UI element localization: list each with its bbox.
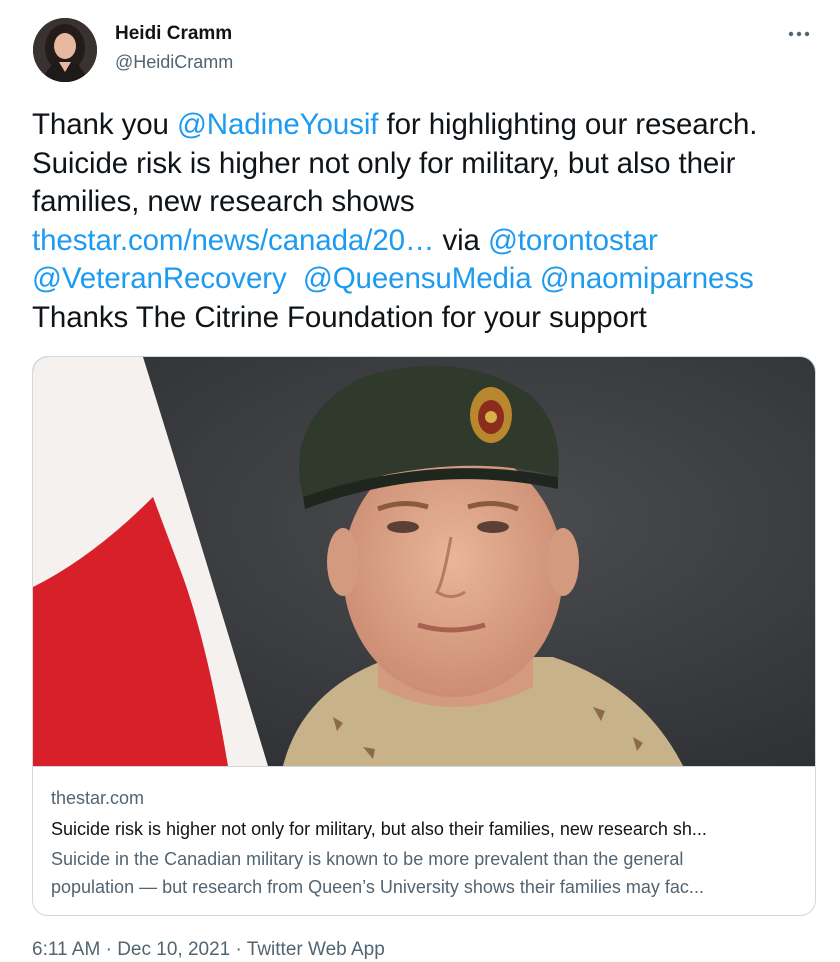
- tweet-text-line: Thank you @NadineYousif for highlighting…: [32, 106, 822, 145]
- mention-link[interactable]: @VeteranRecovery: [32, 262, 287, 295]
- tweet-text-line: thestar.com/news/canada/20… via @toronto…: [32, 222, 822, 261]
- card-description: Suicide in the Canadian military is know…: [51, 845, 803, 901]
- author-handle[interactable]: @HeidiCramm: [115, 51, 233, 73]
- tweet-meta: 6:11 AM · Dec 10, 2021 · Twitter Web App: [32, 938, 385, 962]
- avatar[interactable]: [33, 18, 97, 82]
- tweet-text-segment: Thanks The Citrine Foundation for your s…: [32, 300, 647, 334]
- tweet-text-line: families, new research shows: [32, 183, 822, 222]
- tweet-text: Thank you @NadineYousif for highlighting…: [32, 106, 822, 337]
- mention-link[interactable]: @QueensuMedia: [303, 262, 532, 295]
- link-card[interactable]: thestar.com Suicide risk is higher not o…: [32, 356, 816, 916]
- tweet-text-segment: families, new research shows: [32, 185, 415, 218]
- tweet-source[interactable]: Twitter Web App: [247, 939, 385, 960]
- tweet-text-segment: Suicide risk is higher not only for mili…: [32, 146, 736, 180]
- card-description-line: Suicide in the Canadian military is know…: [51, 849, 684, 869]
- tweet-text-line: Suicide risk is higher not only for mili…: [32, 145, 822, 184]
- tweet-date[interactable]: Dec 10, 2021: [117, 939, 230, 960]
- card-divider: [33, 766, 815, 767]
- url-link[interactable]: thestar.com/news/canada/20…: [32, 224, 434, 257]
- mention-link[interactable]: @torontostar: [488, 224, 658, 257]
- tweet-text-segment: Thank you: [32, 108, 177, 141]
- author-name[interactable]: Heidi Cramm: [115, 22, 232, 46]
- tweet-text-segment: via: [434, 223, 488, 257]
- card-image[interactable]: [33, 357, 815, 766]
- more-horizontal-icon: [788, 31, 810, 37]
- mention-link[interactable]: @naomiparness: [540, 262, 754, 295]
- more-options-button[interactable]: [782, 22, 816, 46]
- card-title[interactable]: Suicide risk is higher not only for mili…: [51, 817, 803, 841]
- tweet-text-line: Thanks The Citrine Foundation for your s…: [32, 299, 822, 338]
- tweet: Heidi Cramm @HeidiCramm Thank you @Nadin…: [0, 0, 840, 962]
- card-description-line: population — but research from Queen’s U…: [51, 877, 704, 897]
- mention-link[interactable]: @NadineYousif: [177, 108, 379, 141]
- tweet-time[interactable]: 6:11 AM: [32, 939, 100, 960]
- card-domain: thestar.com: [51, 788, 145, 808]
- meta-separator: ·: [100, 939, 118, 960]
- tweet-text-segment: [532, 262, 540, 295]
- meta-separator: ·: [230, 939, 247, 960]
- tweet-text-line: @VeteranRecovery @QueensuMedia @naomipar…: [32, 260, 822, 299]
- tweet-text-segment: [287, 262, 303, 295]
- tweet-text-segment: for highlighting our research.: [378, 108, 758, 141]
